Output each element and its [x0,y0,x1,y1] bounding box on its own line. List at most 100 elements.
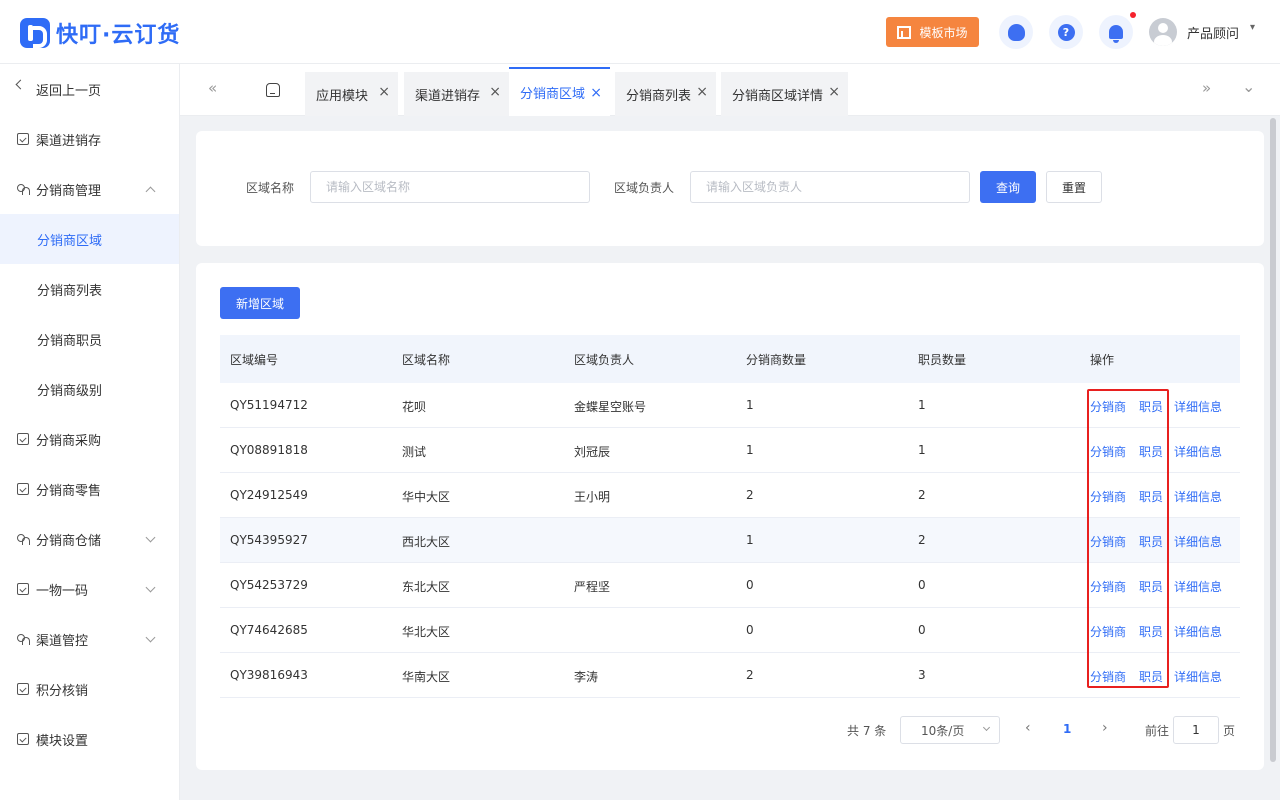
sidebar-item-points-redemption[interactable]: 积分核销 [0,664,179,714]
help-button[interactable]: ? [1049,15,1083,49]
close-icon[interactable]: × [378,84,390,100]
close-icon[interactable]: × [590,85,602,101]
sidebar-item-distributor-purchase[interactable]: 分销商采购 [0,414,179,464]
page-size-select[interactable]: 10条/页 [900,716,1000,744]
template-market-button[interactable]: 模板市场 [886,17,979,47]
sidebar-item-distributor-warehouse[interactable]: 分销商仓储 [0,514,179,564]
column-header: 区域名称 [402,353,451,367]
close-icon[interactable]: × [696,84,708,100]
tab-label: 渠道进销存 [415,88,481,104]
add-region-button[interactable]: 新增区域 [220,287,300,319]
region-code-cell: QY74642685 [230,623,308,637]
region-manager-input[interactable] [690,171,970,203]
column-header: 分销商数量 [746,353,807,367]
users-icon [17,533,30,545]
distributor-count-cell: 2 [746,668,754,682]
home-icon[interactable] [266,83,280,97]
sidebar: 返回上一页 渠道进销存 分销商管理 分销商区域 分销商列表 分销商职员 分销商级… [0,64,180,800]
distributor-count-cell: 0 [746,623,754,637]
sidebar-item-distributor-management[interactable]: 分销商管理 [0,164,179,214]
column-header: 操作 [1090,353,1115,367]
distributors-link[interactable]: 分销商 [1090,578,1126,595]
next-page-icon[interactable]: › [1102,720,1108,736]
sidebar-item-label: 分销商零售 [36,483,102,499]
tab-distributor-region-detail[interactable]: 分销商区域详情 × [721,72,848,116]
column-header: 职员数量 [918,353,967,367]
goto-page-input[interactable] [1173,716,1219,744]
tab-channel-inventory[interactable]: 渠道进销存 × [404,72,509,116]
reset-button[interactable]: 重置 [1046,171,1102,203]
user-name[interactable]: 产品顾问 [1187,23,1239,42]
staff-link[interactable]: 职员 [1139,488,1163,505]
app-logo[interactable]: 快叮·云订货 [20,17,180,49]
table-row: QY08891818 测试 刘冠辰 1 1 分销商 职员 详细信息 [220,428,1240,473]
region-code-cell: QY54253729 [230,578,308,592]
chevron-down-icon[interactable]: ▾ [1250,22,1255,33]
sidebar-item-distributor-list[interactable]: 分销商列表 [0,264,179,314]
tab-app-modules[interactable]: 应用模块 × [305,72,398,116]
tabs-scroll-left-icon[interactable]: « [208,79,217,97]
page-scrollbar[interactable] [1270,118,1276,762]
sidebar-item-distributor-level[interactable]: 分销商级别 [0,364,179,414]
distributors-link[interactable]: 分销商 [1090,488,1126,505]
region-name-cell: 华北大区 [402,625,451,639]
template-market-icon [897,25,912,39]
distributors-link[interactable]: 分销商 [1090,668,1126,685]
avatar[interactable] [1149,18,1177,46]
staff-link[interactable]: 职员 [1139,443,1163,460]
region-manager-cell: 严程坚 [574,580,611,594]
region-code-cell: QY39816943 [230,668,308,682]
distributor-count-cell: 1 [746,533,754,547]
sidebar-back[interactable]: 返回上一页 [0,64,179,114]
distributors-link[interactable]: 分销商 [1090,623,1126,640]
table-header: 区域编号 区域名称 区域负责人 分销商数量 职员数量 操作 [220,335,1240,383]
staff-link[interactable]: 职员 [1139,398,1163,415]
details-link[interactable]: 详细信息 [1174,443,1222,460]
staff-link[interactable]: 职员 [1139,533,1163,550]
sidebar-item-distributor-retail[interactable]: 分销商零售 [0,464,179,514]
region-name-input[interactable] [310,171,590,203]
close-icon[interactable]: × [489,84,501,100]
details-link[interactable]: 详细信息 [1174,668,1222,685]
distributor-count-cell: 0 [746,578,754,592]
sidebar-item-channel-inventory[interactable]: 渠道进销存 [0,114,179,164]
details-link[interactable]: 详细信息 [1174,533,1222,550]
current-page[interactable]: 1 [1063,722,1071,736]
tabs-more-icon[interactable]: ⌄ [1242,77,1255,96]
sidebar-item-distributor-region[interactable]: 分销商区域 [0,214,179,264]
query-button[interactable]: 查询 [980,171,1036,203]
staff-link[interactable]: 职员 [1139,623,1163,640]
sidebar-item-channel-control[interactable]: 渠道管控 [0,614,179,664]
app-name: 快叮·云订货 [56,23,181,48]
notification-dot [1130,12,1136,18]
table-row: QY54395927 西北大区 1 2 分销商 职员 详细信息 [220,518,1240,563]
distributors-link[interactable]: 分销商 [1090,398,1126,415]
staff-link[interactable]: 职员 [1139,668,1163,685]
staff-link[interactable]: 职员 [1139,578,1163,595]
sidebar-item-label: 渠道管控 [36,633,89,649]
prev-page-icon[interactable]: ‹ [1025,720,1031,736]
customer-service-button[interactable] [999,15,1033,49]
tab-label: 分销商列表 [626,88,692,104]
details-link[interactable]: 详细信息 [1174,623,1222,640]
details-link[interactable]: 详细信息 [1174,578,1222,595]
details-link[interactable]: 详细信息 [1174,398,1222,415]
sidebar-item-one-item-one-code[interactable]: 一物一码 [0,564,179,614]
tab-distributor-region[interactable]: 分销商区域 × [509,67,610,116]
tab-distributor-list[interactable]: 分销商列表 × [615,72,716,116]
users-icon [17,183,30,195]
notification-button[interactable] [1099,15,1133,49]
sidebar-item-label: 分销商管理 [36,183,102,199]
chevron-left-icon [15,79,26,90]
staff-count-cell: 3 [918,668,926,682]
tabs-scroll-right-icon[interactable]: » [1202,79,1211,97]
sidebar-item-distributor-staff[interactable]: 分销商职员 [0,314,179,364]
sidebar-item-module-settings[interactable]: 模块设置 [0,714,179,764]
sidebar-item-label: 分销商仓储 [36,533,102,549]
distributors-link[interactable]: 分销商 [1090,443,1126,460]
distributors-link[interactable]: 分销商 [1090,533,1126,550]
sidebar-back-label: 返回上一页 [36,83,102,99]
close-icon[interactable]: × [828,84,840,100]
calendar-check-icon [17,433,29,445]
details-link[interactable]: 详细信息 [1174,488,1222,505]
